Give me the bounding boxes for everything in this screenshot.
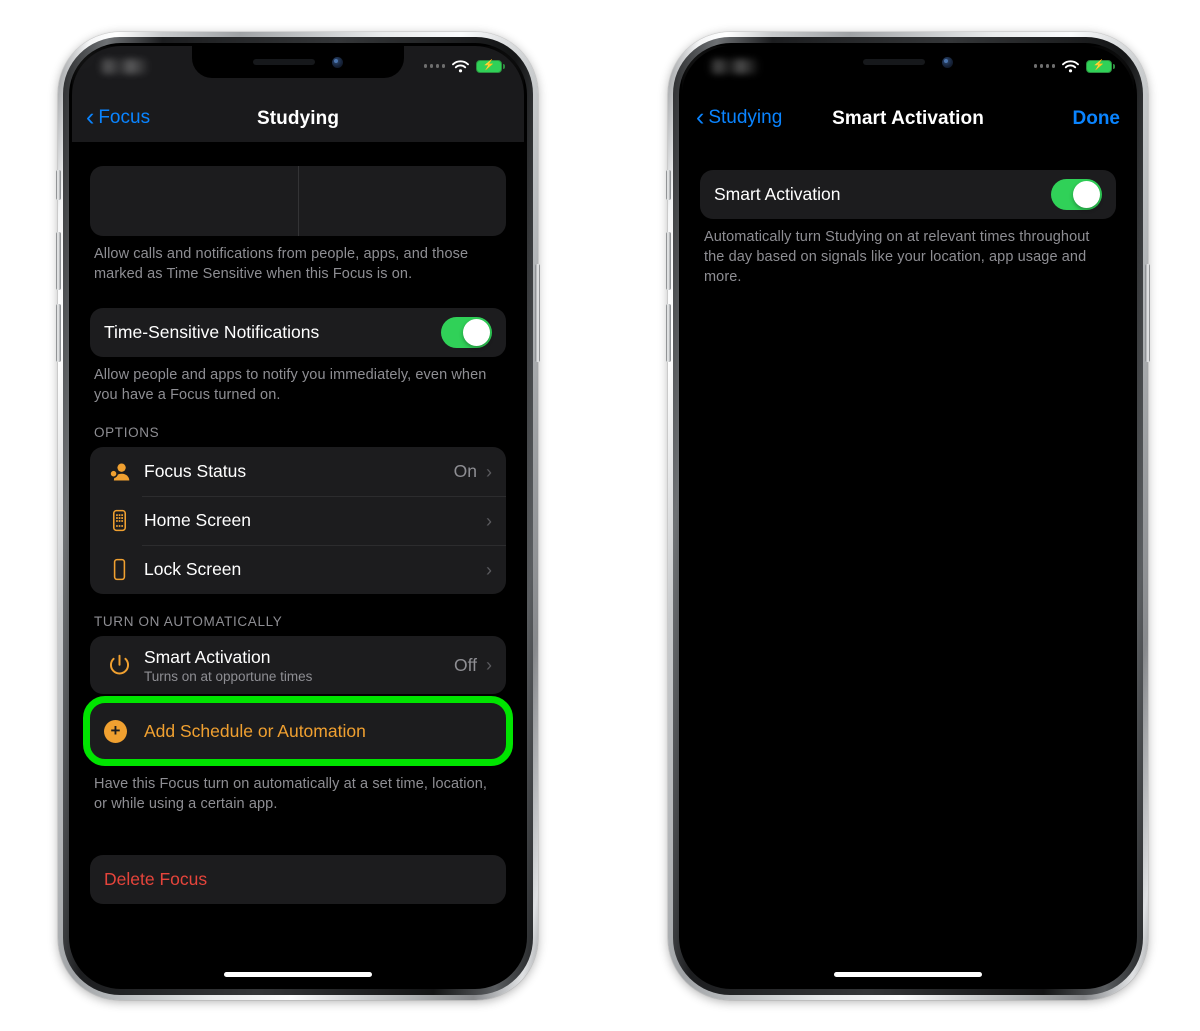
add-schedule-card[interactable]: + Add Schedule or Automation [90, 703, 506, 759]
focus-status-icon [104, 459, 134, 484]
row-lock-screen[interactable]: Lock Screen › [90, 545, 506, 594]
chevron-right-icon: › [486, 559, 492, 580]
chevron-right-icon: › [486, 510, 492, 531]
row-smart-activation[interactable]: Smart Activation Turns on at opportune t… [90, 636, 506, 694]
label-add-schedule-or-automation: Add Schedule or Automation [144, 720, 366, 741]
chevron-right-icon: › [486, 655, 492, 675]
volume-up-button[interactable] [666, 232, 671, 290]
row-label-smart-activation: Smart Activation Turns on at opportune t… [144, 647, 454, 684]
row-label-home-screen: Home Screen [144, 510, 251, 530]
row-label-smart-activation: Smart Activation [714, 184, 841, 204]
earpiece-speaker-icon [863, 59, 925, 65]
iphone-right-screen: Smart Activation Automatically turn Stud… [682, 46, 1134, 986]
row-label-lock-screen: Lock Screen [144, 559, 242, 579]
footnote-smart-activation: Automatically turn Studying on at releva… [704, 229, 1090, 285]
iphone-left-device: Allow calls and notifications from peopl… [56, 32, 540, 1000]
power-button[interactable] [1145, 264, 1150, 362]
volume-down-button[interactable] [666, 304, 671, 362]
row-label-time-sensitive: Time-Sensitive Notifications [104, 322, 320, 342]
notch [802, 46, 1014, 78]
toggle-knob [1073, 181, 1100, 208]
peek-card-left-half[interactable] [90, 166, 298, 236]
iphone-left-screen: Allow calls and notifications from peopl… [72, 46, 524, 986]
label-delete-focus: Delete Focus [104, 869, 208, 889]
page-title-left: Studying [256, 108, 340, 129]
front-camera-icon [942, 56, 953, 68]
page-title-right: Smart Activation [832, 108, 984, 129]
home-indicator-left[interactable] [224, 971, 372, 977]
home-indicator-right[interactable] [834, 971, 982, 977]
notch [192, 46, 404, 78]
power-button[interactable] [535, 264, 540, 362]
plus-circle-icon: + [104, 719, 127, 743]
device-bezel: Smart Activation Automatically turn Stud… [679, 43, 1137, 989]
volume-up-button[interactable] [56, 232, 61, 290]
scroll-area-right[interactable]: Smart Activation Automatically turn Stud… [682, 142, 1134, 287]
row-title-smart-activation: Smart Activation [144, 646, 271, 667]
add-schedule-highlight-wrapper: + Add Schedule or Automation [83, 696, 513, 766]
row-focus-status[interactable]: Focus Status On › [90, 447, 506, 496]
delete-focus-card[interactable]: Delete Focus [90, 855, 506, 904]
toggle-smart-activation[interactable] [1051, 179, 1102, 210]
mute-switch-button[interactable] [666, 170, 671, 200]
mute-switch-button[interactable] [56, 170, 61, 200]
power-icon [104, 653, 134, 678]
home-screen-icon [104, 508, 134, 533]
row-add-schedule-or-automation[interactable]: + Add Schedule or Automation [90, 703, 506, 759]
back-button-label: Focus [98, 106, 151, 128]
footnote-have-this-focus: Have this Focus turn on automatically at… [94, 776, 488, 812]
smart-activation-toggle-card: Smart Activation [700, 170, 1116, 219]
chevron-left-icon: ‹ [86, 103, 95, 131]
scroll-area-left[interactable]: Allow calls and notifications from peopl… [72, 166, 524, 904]
screenshot-canvas: Allow calls and notifications from peopl… [0, 0, 1200, 1031]
people-apps-peek-card[interactable] [90, 166, 506, 236]
row-value-smart-activation: Off [453, 654, 477, 675]
settings-content-right: Smart Activation Automatically turn Stud… [682, 46, 1134, 986]
section-header-turn-on-automatically: TURN ON AUTOMATICALLY [94, 614, 283, 629]
row-time-sensitive-notifications[interactable]: Time-Sensitive Notifications [90, 308, 506, 357]
peek-card-right-half[interactable] [299, 166, 507, 236]
smart-activation-card: Smart Activation Turns on at opportune t… [90, 636, 506, 694]
footnote-allow-calls: Allow calls and notifications from peopl… [94, 246, 469, 282]
volume-down-button[interactable] [56, 304, 61, 362]
done-button[interactable]: Done [1008, 108, 1121, 130]
iphone-right-device: Smart Activation Automatically turn Stud… [666, 32, 1150, 1000]
footnote-allow-people: Allow people and apps to notify you imme… [94, 367, 487, 403]
back-button-label: Studying [708, 106, 783, 128]
earpiece-speaker-icon [253, 59, 315, 65]
back-button-studying[interactable]: ‹ Studying [696, 105, 808, 130]
device-bezel: Allow calls and notifications from peopl… [69, 43, 527, 989]
front-camera-icon [332, 56, 343, 68]
toggle-knob [463, 319, 490, 346]
section-header-options: OPTIONS [94, 425, 160, 440]
row-home-screen[interactable]: Home Screen › [90, 496, 506, 545]
toggle-time-sensitive-notifications[interactable] [441, 317, 492, 348]
lock-screen-icon [104, 557, 134, 582]
row-label-focus-status: Focus Status [144, 461, 247, 481]
settings-content-left: Allow calls and notifications from peopl… [72, 46, 524, 986]
row-smart-activation-toggle[interactable]: Smart Activation [700, 170, 1116, 219]
chevron-right-icon: › [486, 461, 492, 482]
chevron-left-icon: ‹ [696, 103, 705, 131]
row-sublabel-smart-activation: Turns on at opportune times [144, 668, 313, 684]
row-value-focus-status: On [453, 461, 477, 481]
time-sensitive-card: Time-Sensitive Notifications [90, 308, 506, 357]
options-card: Focus Status On › Home Screen › Lock Scr… [90, 447, 506, 594]
back-button-focus[interactable]: ‹ Focus [86, 105, 198, 130]
